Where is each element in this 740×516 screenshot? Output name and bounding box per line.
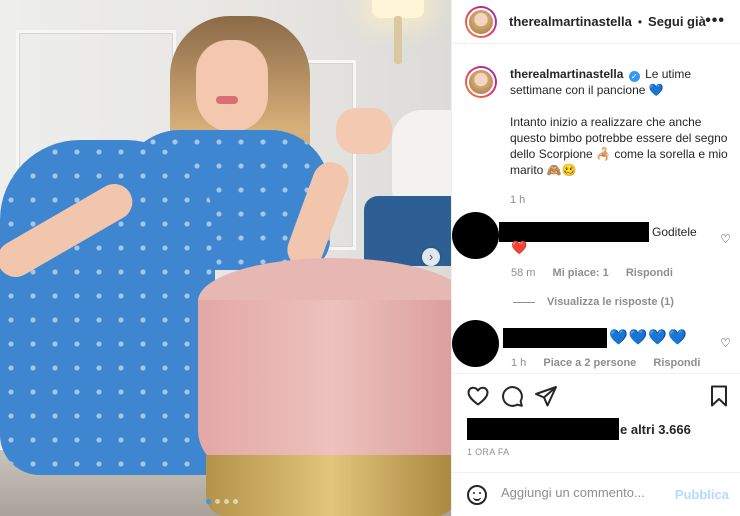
- caption-avatar[interactable]: [465, 66, 497, 98]
- verified-badge-icon: ✓: [628, 71, 640, 82]
- caption-body: therealmartinastella ✓ Le utime settiman…: [510, 66, 735, 208]
- post-header: therealmartinastella • Segui già •••: [452, 0, 740, 44]
- comment-time: 1 h: [511, 357, 527, 369]
- more-options-icon[interactable]: •••: [705, 12, 725, 30]
- publish-button[interactable]: Pubblica: [675, 487, 729, 502]
- header-separator: •: [637, 14, 643, 29]
- carousel-dots: [206, 499, 238, 504]
- following-button[interactable]: Segui già: [648, 14, 706, 29]
- comment-like-heart-icon[interactable]: ♡: [720, 336, 731, 350]
- right-hand: [336, 108, 392, 154]
- comment-text: 💙💙💙💙: [609, 329, 688, 346]
- comment-text: Goditele: [652, 225, 697, 239]
- comment-input[interactable]: [501, 485, 671, 500]
- comment-bubble-icon[interactable]: [500, 384, 524, 408]
- comment-meta: 58 m Mi piace: 1 Rispondi: [511, 267, 687, 279]
- avatar-image: [467, 7, 495, 36]
- comment-emoji: ❤️: [511, 240, 528, 255]
- post-photo: ›: [0, 0, 451, 516]
- carousel-dot-1[interactable]: [206, 499, 211, 504]
- comment-time: 58 m: [511, 267, 536, 279]
- likes-summary: e altri 3.666: [467, 418, 707, 442]
- comment-meta: 1 h Piace a 2 persone Rispondi: [511, 357, 714, 369]
- comment-1: Goditele ❤️ 58 m Mi piace: 1 Rispondi ♡: [452, 212, 740, 292]
- chevron-right-icon: ›: [428, 249, 434, 264]
- save-bookmark-icon[interactable]: [707, 384, 731, 408]
- caption-time: 1 h: [510, 194, 526, 206]
- comment-2: 💙💙💙💙 1 h Piace a 2 persone Rispondi ♡: [452, 320, 740, 372]
- comment-like-heart-icon[interactable]: ♡: [720, 232, 731, 246]
- add-comment-bar: Pubblica: [452, 472, 740, 516]
- comment-likes[interactable]: Piace a 2 persone: [543, 357, 636, 369]
- comment-avatar-redacted[interactable]: [452, 212, 499, 259]
- redacted-liker: [467, 418, 619, 440]
- carousel-dot-4[interactable]: [233, 499, 238, 504]
- face: [196, 40, 268, 132]
- post-caption: therealmartinastella ✓ Le utime settiman…: [465, 66, 735, 208]
- caption-line-2: Intanto inizio a realizzare che anche qu…: [510, 115, 728, 177]
- wall-lamp-arm: [394, 16, 402, 64]
- comment-avatar-redacted[interactable]: [452, 320, 499, 367]
- post-timestamp[interactable]: 1 ORA FA: [467, 447, 509, 457]
- likes-count[interactable]: e altri 3.666: [620, 422, 691, 437]
- pillow: [392, 110, 451, 210]
- view-replies-label[interactable]: Visualizza le risposte (1): [547, 296, 674, 308]
- redacted-username: [499, 222, 649, 242]
- caption-username[interactable]: therealmartinastella: [510, 67, 623, 81]
- post-side-panel: therealmartinastella • Segui già ••• the…: [451, 0, 740, 516]
- instagram-post-modal: › therealmartinastella • Segui già ••• t…: [0, 0, 740, 516]
- carousel-dot-2[interactable]: [215, 499, 220, 504]
- emoji-smiley-icon[interactable]: [467, 485, 487, 505]
- header-username[interactable]: therealmartinastella: [509, 14, 632, 29]
- velvet-pouf: [198, 300, 451, 470]
- carousel-dot-3[interactable]: [224, 499, 229, 504]
- reply-button[interactable]: Rispondi: [653, 357, 700, 369]
- replies-divider: [513, 301, 535, 303]
- redacted-username: [503, 328, 607, 348]
- share-send-icon[interactable]: [534, 384, 558, 408]
- avatar-image: [467, 68, 495, 96]
- carousel-next-button[interactable]: ›: [422, 248, 440, 266]
- like-heart-icon[interactable]: [466, 384, 490, 408]
- lips: [216, 96, 238, 104]
- reply-button[interactable]: Rispondi: [626, 267, 673, 279]
- comment-likes[interactable]: Mi piace: 1: [553, 267, 609, 279]
- view-replies[interactable]: Visualizza le risposte (1): [513, 296, 674, 308]
- header-avatar[interactable]: [465, 5, 497, 38]
- post-actions: [452, 373, 740, 417]
- pouf-gold-base: [206, 455, 451, 516]
